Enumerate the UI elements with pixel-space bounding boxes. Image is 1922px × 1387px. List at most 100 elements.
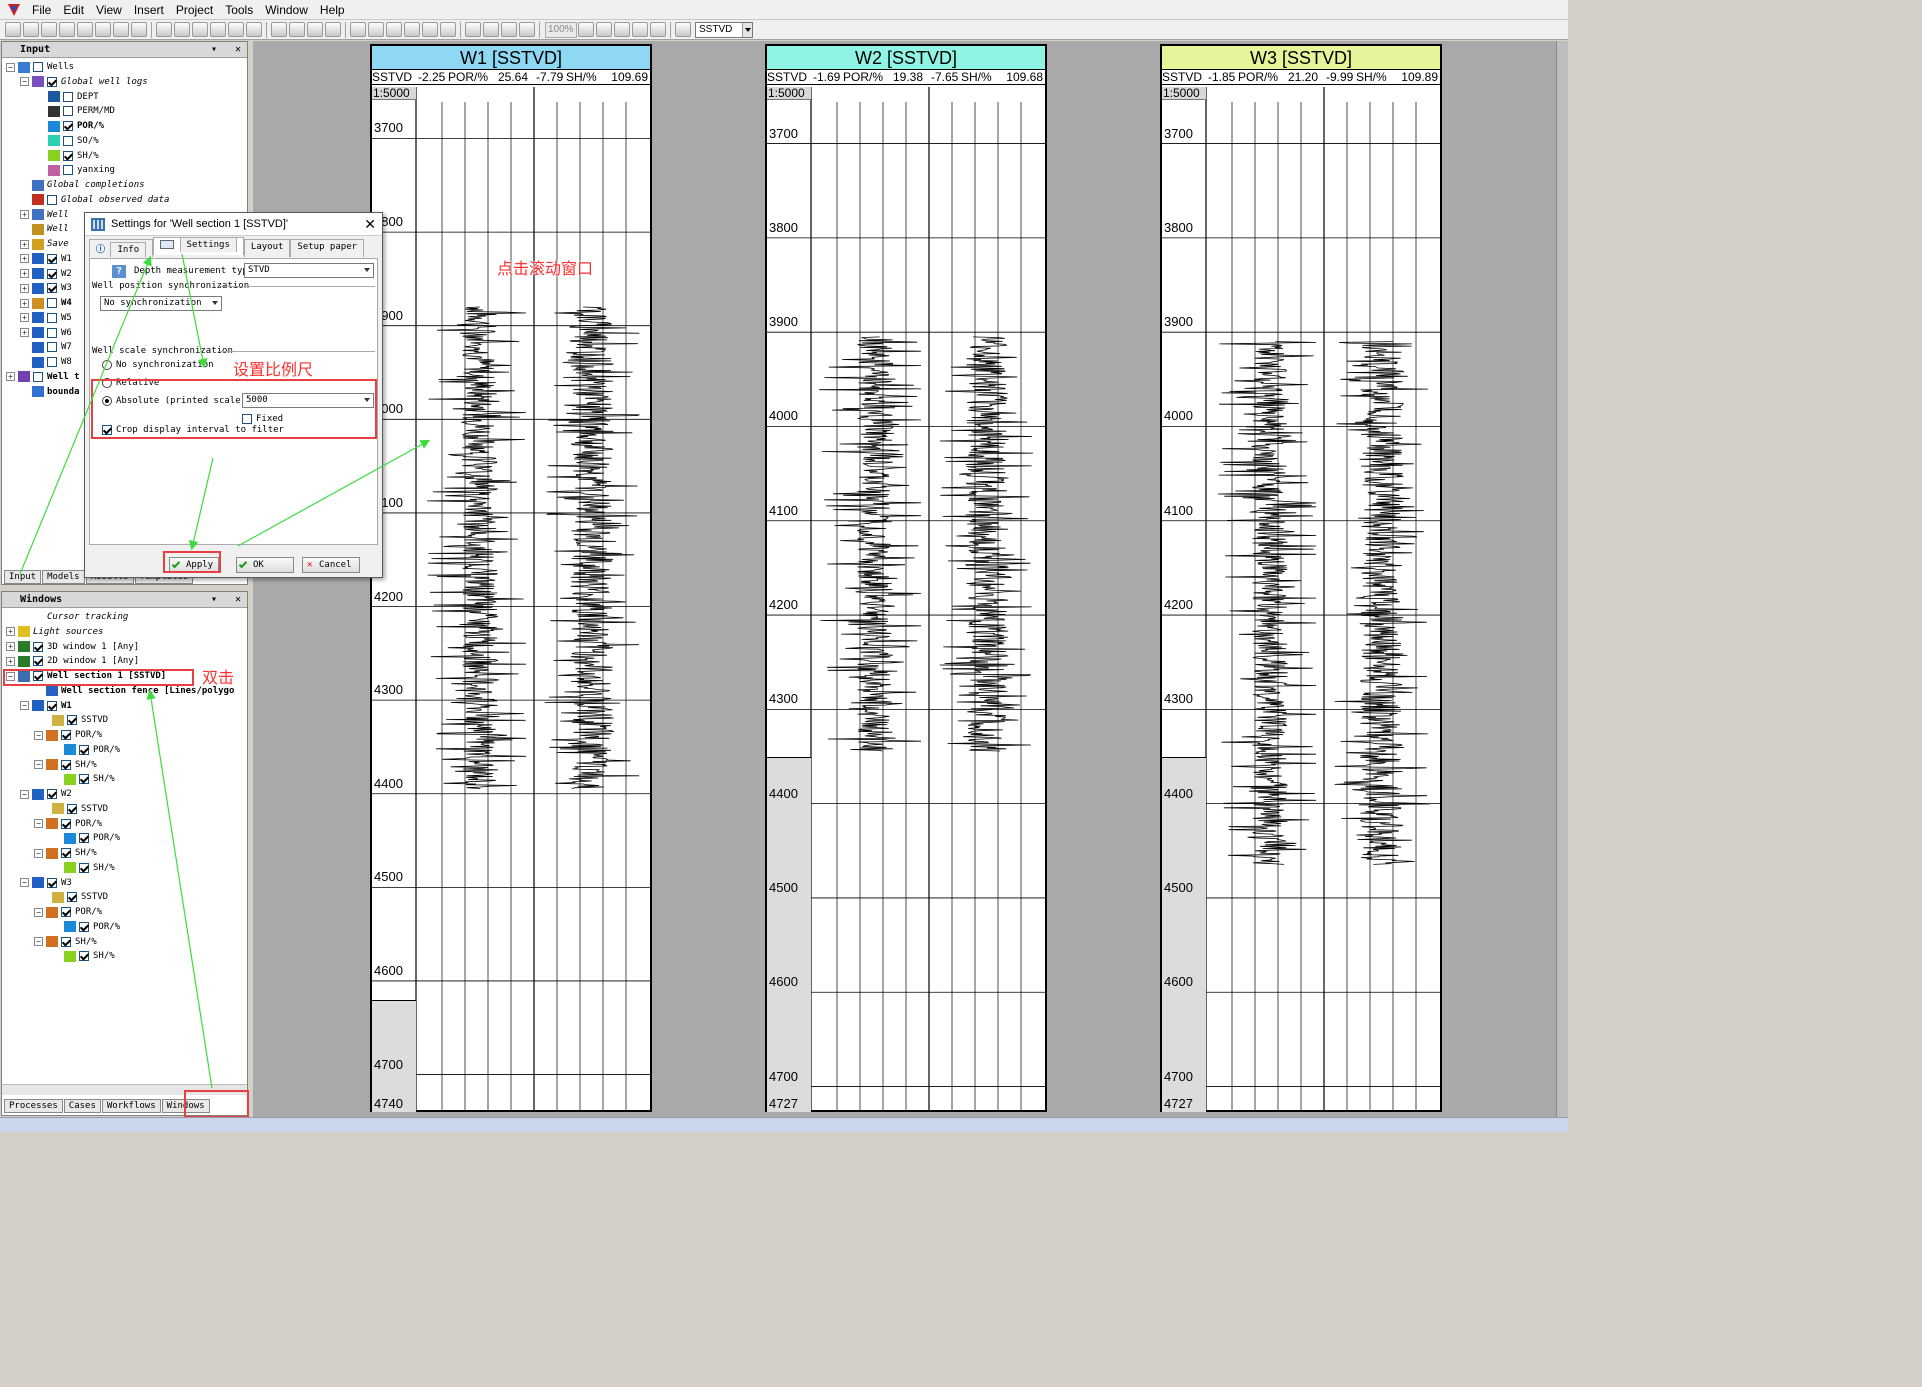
expand-icon[interactable]: − [34, 819, 43, 828]
visibility-checkbox[interactable] [33, 656, 43, 667]
menu-window[interactable]: Window [259, 0, 314, 20]
tab-settings[interactable]: Settings [153, 237, 244, 255]
expand-icon[interactable]: − [34, 848, 43, 858]
input-tree-item[interactable]: + Well [20, 208, 69, 222]
expand-icon[interactable]: + [20, 269, 29, 278]
ok-button[interactable]: OK [236, 557, 294, 573]
toolbar-button-icon-23[interactable] [440, 22, 456, 37]
input-tree-item[interactable]: − Wells [6, 60, 74, 74]
visibility-checkbox[interactable] [63, 150, 73, 161]
windows-tree-item[interactable]: − POR/% [34, 817, 102, 831]
visibility-checkbox[interactable] [33, 371, 43, 382]
input-tree-item[interactable]: + Well t [6, 370, 80, 384]
input-tree-item[interactable]: W7 [20, 340, 72, 354]
expand-icon[interactable]: + [20, 210, 29, 219]
visibility-checkbox[interactable] [79, 862, 89, 873]
panel-dropdown-icon[interactable]: ▾ [211, 592, 217, 607]
toolbar-button-icon-30[interactable] [614, 22, 630, 37]
expand-icon[interactable]: + [6, 656, 15, 666]
expand-icon[interactable]: − [20, 77, 29, 87]
windows-tree-item[interactable]: SH/% [52, 949, 115, 963]
windows-tree-item[interactable]: SSTVD [40, 802, 108, 816]
zoom-field[interactable]: 100% [545, 21, 577, 38]
expand-icon[interactable]: − [20, 878, 29, 887]
panel-dropdown-icon[interactable]: ▾ [211, 42, 217, 57]
toolbar-button-icon-31[interactable] [632, 22, 648, 37]
visibility-checkbox[interactable] [61, 730, 71, 740]
toolbar-button-icon-24[interactable] [465, 22, 481, 37]
visibility-checkbox[interactable] [33, 62, 43, 72]
close-icon[interactable]: ✕ [364, 213, 376, 236]
toolbar-button-icon-9[interactable] [174, 22, 190, 37]
windows-tree-item[interactable]: − POR/% [34, 905, 102, 919]
input-tree-item[interactable]: + W3 [20, 281, 72, 295]
visibility-checkbox[interactable] [47, 357, 57, 367]
menu-tools[interactable]: Tools [219, 0, 259, 20]
track-plot-area[interactable]: 1:5000 3700 3800 3900 4000 4100 4200 4300 4400 45… [1162, 87, 1440, 1112]
expand-icon[interactable]: + [20, 254, 29, 264]
visibility-checkbox[interactable] [61, 907, 71, 917]
visibility-checkbox[interactable] [67, 715, 77, 726]
expand-icon[interactable]: + [20, 313, 29, 323]
position-sync-select[interactable]: No synchronization [100, 296, 222, 311]
track-plot-area[interactable]: 1:5000 3700 3800 3900 4000 4100 4200 4300 4400 45… [767, 87, 1045, 1112]
expand-icon[interactable]: − [34, 730, 43, 740]
input-tree-item[interactable]: PERM/MD [36, 104, 115, 118]
input-tree-item[interactable]: bounda [20, 385, 80, 399]
windows-tree-item[interactable]: − W2 [20, 787, 72, 801]
visibility-checkbox[interactable] [47, 283, 57, 294]
visibility-checkbox[interactable] [47, 268, 57, 279]
input-tree-item[interactable]: Global completions [20, 178, 145, 192]
toolbar-button-icon-8[interactable] [156, 22, 172, 37]
visibility-checkbox[interactable] [47, 789, 57, 799]
toolbar-button-icon-16[interactable] [307, 22, 323, 37]
visibility-checkbox[interactable] [79, 921, 89, 932]
help-icon[interactable]: ? [112, 265, 126, 278]
expand-icon[interactable]: + [20, 283, 29, 293]
visibility-checkbox[interactable] [63, 121, 73, 131]
visibility-checkbox[interactable] [47, 194, 57, 205]
expand-icon[interactable]: + [6, 627, 15, 637]
visibility-checkbox[interactable] [47, 327, 57, 338]
toolbar-button-icon-11[interactable] [210, 22, 226, 37]
menu-file[interactable]: File [26, 0, 57, 20]
tab-workflows[interactable]: Workflows [101, 1099, 161, 1113]
toolbar-button-icon-12[interactable] [228, 22, 244, 37]
toolbar-button-icon-21[interactable] [404, 22, 420, 37]
toolbar-button-icon-5[interactable] [95, 22, 111, 37]
visibility-checkbox[interactable] [47, 312, 57, 323]
visibility-checkbox[interactable] [63, 135, 73, 146]
expand-icon[interactable]: − [20, 789, 29, 799]
toolbar-button-icon-4[interactable] [77, 22, 93, 37]
toolbar-button-icon-27[interactable] [519, 22, 535, 37]
windows-tree-item[interactable]: − W1 [20, 699, 72, 713]
visibility-checkbox[interactable] [63, 165, 73, 176]
well-section-window[interactable]: W1 [SSTVD] SSTVD -2.25 POR/% 25.64 -7.79 SH/% 1… [253, 41, 1568, 1117]
well-track-w3[interactable]: W3 [SSTVD] SSTVD -1.85 POR/% 21.20 -9.99 SH/% 1… [1160, 44, 1442, 1112]
input-tree-item[interactable]: + W1 [20, 252, 72, 266]
windows-tree-item[interactable]: − SH/% [34, 846, 97, 860]
visibility-checkbox[interactable] [47, 700, 57, 711]
input-tree-item[interactable]: Global observed data [20, 193, 169, 207]
toolbar-button-icon-13[interactable] [246, 22, 262, 37]
toolbar-button-icon-10[interactable] [192, 22, 208, 37]
windows-tree-item[interactable]: − W3 [20, 876, 72, 890]
windows-tree-item[interactable]: + Light sources [6, 625, 103, 639]
tab-layout[interactable]: Layout [243, 239, 291, 257]
cancel-button[interactable]: ✕ Cancel [302, 557, 360, 573]
toolbar-button-icon-1[interactable] [23, 22, 39, 37]
track-plot-area[interactable]: 1:5000 3700 3800 3900 4000 4100 4200 4300 4400 45… [372, 87, 650, 1112]
toolbar-button-icon-2[interactable] [41, 22, 57, 37]
expand-icon[interactable]: + [6, 642, 15, 651]
tab-cases[interactable]: Cases [63, 1099, 101, 1113]
toolbar-button-icon-3[interactable] [59, 22, 75, 37]
well-track-w1[interactable]: W1 [SSTVD] SSTVD -2.25 POR/% 25.64 -7.79 SH/% 1… [370, 44, 652, 1112]
input-tree-item[interactable]: SH/% [36, 149, 99, 163]
menu-help[interactable]: Help [314, 0, 351, 20]
toolbar-button-icon-22[interactable] [422, 22, 438, 37]
input-tree-item[interactable]: Well [20, 222, 69, 236]
toolbar-button-icon-17[interactable] [325, 22, 341, 37]
visibility-checkbox[interactable] [47, 76, 57, 87]
visibility-checkbox[interactable] [61, 759, 71, 770]
visibility-checkbox[interactable] [33, 641, 43, 652]
